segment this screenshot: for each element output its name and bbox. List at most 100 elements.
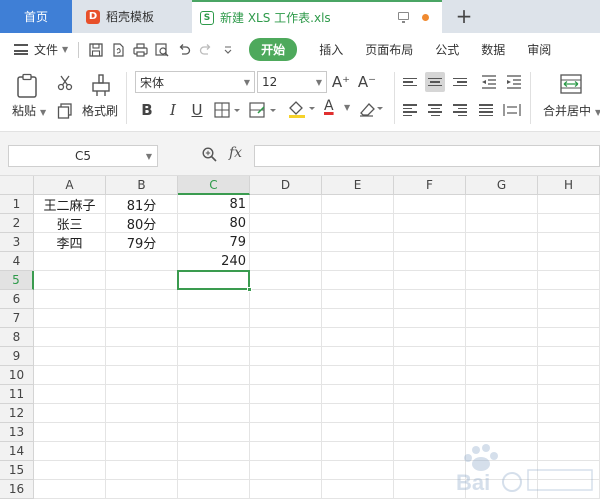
cell-e1[interactable] <box>322 195 394 214</box>
cell-h6[interactable] <box>538 290 600 309</box>
cell-c13[interactable] <box>178 423 250 442</box>
cell-a15[interactable] <box>34 461 106 480</box>
cell-a8[interactable] <box>34 328 106 347</box>
cell-e4[interactable] <box>322 252 394 271</box>
cell-c4[interactable]: 240 <box>178 252 250 271</box>
print-preview-icon[interactable] <box>153 41 171 59</box>
column-header-b[interactable]: B <box>106 176 178 195</box>
cell-c14[interactable] <box>178 442 250 461</box>
cell-c3[interactable]: 79 <box>178 233 250 252</box>
cell-a7[interactable] <box>34 309 106 328</box>
cell-e9[interactable] <box>322 347 394 366</box>
distributed-align-icon[interactable] <box>501 100 523 120</box>
cell-d16[interactable] <box>250 480 322 499</box>
ribbon-tab-review[interactable]: 审阅 <box>527 41 551 58</box>
font-color-button[interactable]: A ▼ <box>322 98 352 120</box>
insert-function-icon[interactable]: fx <box>229 145 242 161</box>
cell-g11[interactable] <box>466 385 538 404</box>
save-icon[interactable] <box>87 41 105 59</box>
cell-g10[interactable] <box>466 366 538 385</box>
cell-b11[interactable] <box>106 385 178 404</box>
customize-toolbar-icon[interactable] <box>219 41 237 59</box>
cell-d12[interactable] <box>250 404 322 423</box>
cell-d14[interactable] <box>250 442 322 461</box>
cell-g2[interactable] <box>466 214 538 233</box>
cell-h7[interactable] <box>538 309 600 328</box>
row-header-15[interactable]: 15 <box>0 461 34 480</box>
cell-b15[interactable] <box>106 461 178 480</box>
cell-c8[interactable] <box>178 328 250 347</box>
cell-b8[interactable] <box>106 328 178 347</box>
cell-b6[interactable] <box>106 290 178 309</box>
row-header-9[interactable]: 9 <box>0 347 34 366</box>
cell-c5[interactable] <box>178 271 250 290</box>
column-header-f[interactable]: F <box>394 176 466 195</box>
align-middle-icon[interactable] <box>425 72 445 92</box>
cell-e16[interactable] <box>322 480 394 499</box>
cell-g8[interactable] <box>466 328 538 347</box>
cell-d4[interactable] <box>250 252 322 271</box>
cell-a4[interactable] <box>34 252 106 271</box>
cell-d5[interactable] <box>250 271 322 290</box>
cell-e7[interactable] <box>322 309 394 328</box>
cell-g9[interactable] <box>466 347 538 366</box>
cell-f9[interactable] <box>394 347 466 366</box>
ribbon-tab-insert[interactable]: 插入 <box>319 41 343 58</box>
cell-f4[interactable] <box>394 252 466 271</box>
cell-c7[interactable] <box>178 309 250 328</box>
cell-g1[interactable] <box>466 195 538 214</box>
cell-e10[interactable] <box>322 366 394 385</box>
italic-button[interactable]: I <box>163 100 183 120</box>
cell-h11[interactable] <box>538 385 600 404</box>
zoom-search-icon[interactable] <box>202 147 217 162</box>
cell-e11[interactable] <box>322 385 394 404</box>
cell-c9[interactable] <box>178 347 250 366</box>
bold-button[interactable]: B <box>137 100 157 120</box>
cell-a6[interactable] <box>34 290 106 309</box>
cell-f5[interactable] <box>394 271 466 290</box>
column-header-h[interactable]: H <box>538 176 600 195</box>
cell-h3[interactable] <box>538 233 600 252</box>
cell-a5[interactable] <box>34 271 106 290</box>
cell-f12[interactable] <box>394 404 466 423</box>
cell-f10[interactable] <box>394 366 466 385</box>
cell-h10[interactable] <box>538 366 600 385</box>
row-header-6[interactable]: 6 <box>0 290 34 309</box>
cell-e6[interactable] <box>322 290 394 309</box>
row-header-13[interactable]: 13 <box>0 423 34 442</box>
align-bottom-icon[interactable] <box>450 72 470 92</box>
cell-h12[interactable] <box>538 404 600 423</box>
fill-color-icon[interactable] <box>286 98 318 120</box>
cell-d3[interactable] <box>250 233 322 252</box>
cell-c10[interactable] <box>178 366 250 385</box>
cell-b16[interactable] <box>106 480 178 499</box>
cell-g4[interactable] <box>466 252 538 271</box>
row-header-12[interactable]: 12 <box>0 404 34 423</box>
paste-icon[interactable] <box>14 72 40 100</box>
format-painter-label[interactable]: 格式刷 <box>82 102 118 119</box>
file-menu[interactable]: 文件 ▼ <box>14 41 68 58</box>
cell-e3[interactable] <box>322 233 394 252</box>
export-pdf-icon[interactable] <box>109 41 127 59</box>
cell-a10[interactable] <box>34 366 106 385</box>
cell-c1[interactable]: 81 <box>178 195 250 214</box>
cell-c6[interactable] <box>178 290 250 309</box>
fill-handle[interactable] <box>247 287 252 292</box>
merge-center-icon[interactable] <box>558 72 584 96</box>
cell-h8[interactable] <box>538 328 600 347</box>
row-header-7[interactable]: 7 <box>0 309 34 328</box>
monitor-icon[interactable] <box>398 12 409 23</box>
fill-pattern-icon[interactable] <box>248 100 280 120</box>
cell-c2[interactable]: 80 <box>178 214 250 233</box>
cell-e5[interactable] <box>322 271 394 290</box>
cell-f7[interactable] <box>394 309 466 328</box>
font-size-select[interactable]: 12 ▼ <box>257 71 327 93</box>
cell-f3[interactable] <box>394 233 466 252</box>
redo-icon[interactable] <box>197 41 215 59</box>
font-shrink-icon[interactable]: A⁻ <box>357 71 377 93</box>
column-header-e[interactable]: E <box>322 176 394 195</box>
cell-b5[interactable] <box>106 271 178 290</box>
formula-input[interactable] <box>254 145 600 167</box>
cell-b14[interactable] <box>106 442 178 461</box>
cell-d9[interactable] <box>250 347 322 366</box>
